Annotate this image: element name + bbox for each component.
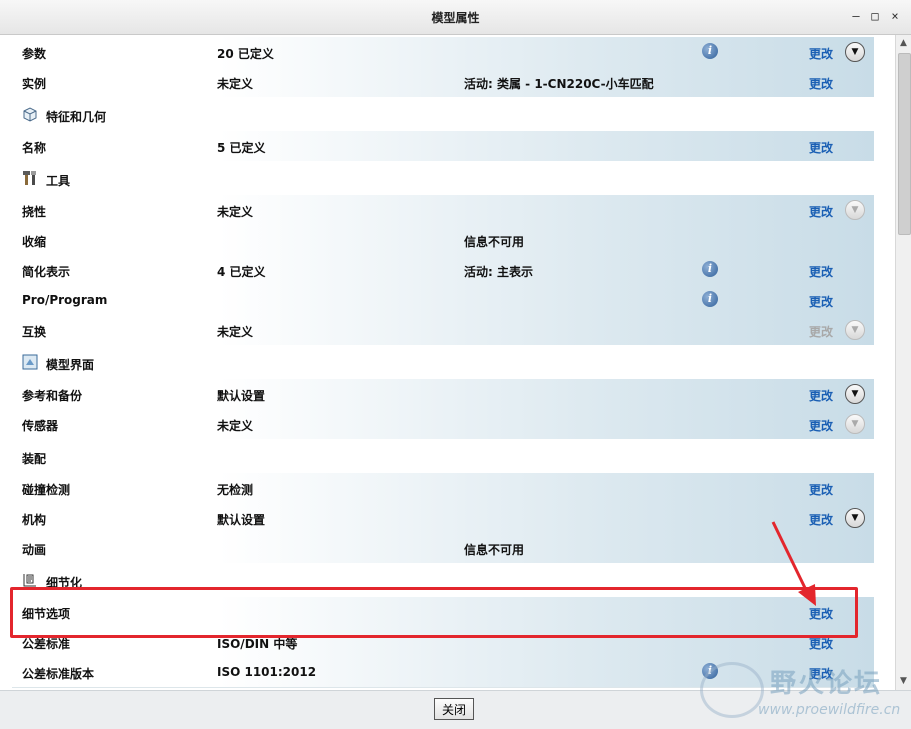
tools-icon <box>22 170 38 186</box>
property-row: 碰撞检测 无检测 更改 <box>12 473 874 504</box>
change-link[interactable]: 更改 <box>809 75 833 92</box>
expand-chevron-icon[interactable]: ▼ <box>845 384 865 404</box>
property-value: 未定义 <box>217 419 254 433</box>
property-row: 名称 5 已定义 更改 <box>12 131 874 162</box>
property-label: 挠性 <box>22 205 47 219</box>
watermark-url: www.proewildfire.cn <box>758 702 901 718</box>
section-title: 模型界面 <box>46 358 95 372</box>
expand-chevron-icon: ▼ <box>845 320 865 340</box>
property-row: 机构 默认设置 更改 ▼ <box>12 503 874 534</box>
window-title: 模型属性 <box>431 11 480 25</box>
close-button[interactable]: 关闭 <box>434 698 474 720</box>
property-value: 5 已定义 <box>217 141 266 155</box>
info-icon[interactable]: i <box>702 261 718 277</box>
property-label: 参数 <box>22 47 47 61</box>
expand-chevron-icon[interactable]: ▼ <box>845 42 865 62</box>
section-header: 模型界面 <box>12 345 874 380</box>
scroll-thumb[interactable] <box>898 53 911 235</box>
expand-chevron-icon: ▼ <box>845 414 865 434</box>
property-row: 动画 信息不可用 <box>12 533 874 564</box>
change-link[interactable]: 更改 <box>809 417 833 434</box>
property-value: 默认设置 <box>217 389 266 403</box>
change-link[interactable]: 更改 <box>809 387 833 404</box>
change-link[interactable]: 更改 <box>809 45 833 62</box>
property-status: 信息不可用 <box>464 235 525 249</box>
section-header: 工具 <box>12 161 874 196</box>
expand-chevron-icon[interactable]: ▼ <box>845 508 865 528</box>
property-label: 动画 <box>22 543 47 557</box>
watermark-logo-icon <box>700 662 764 718</box>
info-icon[interactable]: i <box>702 291 718 307</box>
change-link[interactable]: 更改 <box>809 511 833 528</box>
change-link[interactable]: 更改 <box>809 263 833 280</box>
property-value: 4 已定义 <box>217 265 266 279</box>
minimize-icon[interactable]: – <box>848 8 864 24</box>
property-status: 活动: 主表示 <box>464 265 533 279</box>
detailing-icon <box>22 572 38 588</box>
property-value: 无检测 <box>217 483 254 497</box>
property-row: 互换 未定义 更改 ▼ <box>12 315 874 346</box>
property-row: 参考和备份 默认设置 更改 ▼ <box>12 379 874 410</box>
property-label: 机构 <box>22 513 47 527</box>
change-link[interactable]: 更改 <box>809 481 833 498</box>
property-label: Pro/Program <box>22 293 108 307</box>
property-row: 收缩 信息不可用 <box>12 225 874 256</box>
property-row: 简化表示 4 已定义 活动: 主表示 i 更改 <box>12 255 874 286</box>
property-label: 传感器 <box>22 419 59 433</box>
property-label: 参考和备份 <box>22 389 83 403</box>
property-value: ISO 1101:2012 <box>217 665 317 679</box>
section-title: 特征和几何 <box>46 110 107 124</box>
property-status: 信息不可用 <box>464 543 525 557</box>
watermark-text: 野火论坛 <box>770 669 883 699</box>
change-link[interactable]: 更改 <box>809 293 833 310</box>
property-value: 20 已定义 <box>217 47 274 61</box>
section-header: 装配 <box>12 439 874 474</box>
change-link[interactable]: 更改 <box>809 139 833 156</box>
property-row: 挠性 未定义 更改 ▼ <box>12 195 874 226</box>
property-label: 名称 <box>22 141 47 155</box>
section-title: 工具 <box>46 174 71 188</box>
property-label: 实例 <box>22 77 47 91</box>
change-link[interactable]: 更改 <box>809 203 833 220</box>
property-value: 默认设置 <box>217 513 266 527</box>
property-label: 收缩 <box>22 235 47 249</box>
property-label: 简化表示 <box>22 265 71 279</box>
section-title: 装配 <box>22 452 47 466</box>
property-label: 互换 <box>22 325 47 339</box>
scroll-down-icon[interactable]: ▼ <box>900 676 907 686</box>
property-value: 未定义 <box>217 205 254 219</box>
property-row: 参数 20 已定义 i 更改 ▼ <box>12 37 874 68</box>
scroll-up-icon[interactable]: ▲ <box>900 38 907 48</box>
property-label: 公差标准版本 <box>22 667 95 681</box>
feature-geometry-icon <box>22 106 38 122</box>
watermark: 野火论坛 www.proewildfire.cn <box>700 660 900 720</box>
model-interface-icon <box>22 354 38 370</box>
section-header: 特征和几何 <box>12 97 874 132</box>
info-icon[interactable]: i <box>702 43 718 59</box>
change-link: 更改 <box>809 325 834 339</box>
property-value: 未定义 <box>217 77 254 91</box>
highlight-box <box>10 587 858 638</box>
vertical-scrollbar[interactable]: ▲ ▼ <box>895 35 911 690</box>
property-label: 碰撞检测 <box>22 483 71 497</box>
property-row: 实例 未定义 活动: 类属 - 1-CN220C-小车匹配 更改 <box>12 67 874 98</box>
expand-chevron-icon: ▼ <box>845 200 865 220</box>
maximize-icon[interactable]: □ <box>867 8 883 24</box>
property-row: Pro/Program i 更改 <box>12 285 874 316</box>
close-icon[interactable]: × <box>887 8 903 24</box>
property-status: 活动: 类属 - 1-CN220C-小车匹配 <box>464 77 654 91</box>
property-row: 传感器 未定义 更改 ▼ <box>12 409 874 440</box>
property-value: 未定义 <box>217 325 254 339</box>
title-bar: 模型属性 – □ × <box>0 0 911 35</box>
